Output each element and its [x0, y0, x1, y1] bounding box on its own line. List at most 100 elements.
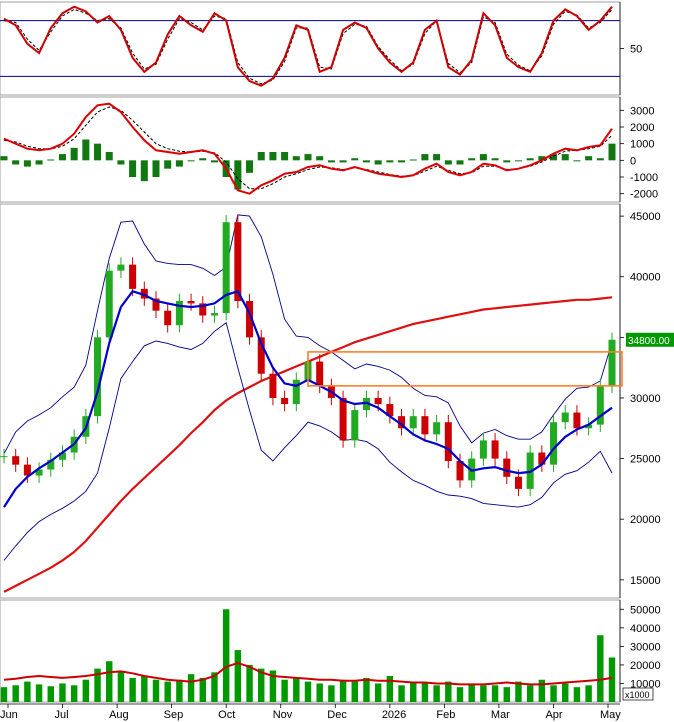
candle-body: [491, 440, 499, 459]
macd-hist-bar: [164, 160, 172, 169]
candle-body: [0, 456, 8, 458]
volume-bar: [129, 677, 136, 702]
candle-body: [316, 361, 324, 386]
macd-hist-bar: [561, 154, 569, 161]
volume-bar: [316, 683, 323, 702]
volume-bar: [363, 677, 370, 702]
candle-body: [339, 397, 347, 441]
volume-bar: [608, 657, 616, 702]
macd-hist-bar: [0, 156, 8, 161]
volume-bar: [222, 609, 230, 702]
candle-body: [210, 313, 218, 316]
macd-hist-bar: [23, 160, 31, 167]
volume-bar: [47, 686, 54, 702]
candle-body: [573, 412, 581, 429]
macd-hist-bar: [58, 154, 66, 161]
macd-hist-bar: [362, 160, 370, 163]
volume-bar: [281, 679, 288, 702]
macd-hist-bar: [409, 159, 417, 161]
macd-y-tick-label: 0: [630, 155, 636, 167]
volume-bar: [24, 681, 31, 702]
candle-body: [561, 412, 569, 423]
volume-bar: [82, 679, 90, 702]
candle-body: [117, 264, 125, 271]
candle-body: [444, 422, 452, 462]
macd-hist-bar: [117, 160, 125, 165]
macd-hist-bar: [526, 158, 534, 161]
candle-body: [234, 222, 242, 301]
candle-body: [433, 422, 441, 435]
candle-body: [479, 440, 487, 459]
candle-body: [129, 264, 137, 289]
macd-y-tick-label: 2000: [630, 122, 654, 134]
x-tick-label: Apr: [545, 709, 562, 721]
volume-bar: [117, 672, 125, 702]
candle-body: [608, 339, 616, 386]
stoch-y-tick-label: 50: [630, 44, 642, 56]
volume-bar: [141, 676, 148, 702]
candle-body: [94, 337, 102, 417]
macd-hist-bar: [316, 156, 324, 161]
candle-body: [409, 416, 417, 429]
macd-hist-bar: [456, 160, 464, 165]
macd-hist-bar: [503, 160, 511, 163]
macd-hist-bar: [491, 158, 499, 161]
x-tick-label: Oct: [218, 709, 235, 721]
volume-bar: [433, 685, 440, 702]
volume-bar: [328, 685, 335, 702]
price-y-tick-label: 45000: [630, 211, 661, 223]
volume-bar: [585, 685, 592, 702]
x-tick-label: May: [600, 709, 621, 721]
macd-y-tick-label: 3000: [630, 105, 654, 117]
macd-hist-bar: [479, 154, 487, 161]
macd-hist-bar: [246, 160, 254, 173]
volume-bar: [176, 679, 183, 702]
macd-hist-bar: [70, 147, 78, 161]
volume-bar: [480, 685, 487, 702]
volume-bar: [0, 687, 8, 702]
volume-unit: x1000: [622, 687, 654, 701]
macd-hist-bar: [374, 160, 382, 165]
macd-hist-bar: [444, 160, 452, 165]
price-y-tick-label: 15000: [630, 575, 661, 587]
candle-body: [222, 222, 230, 314]
price-y-tick-label: 25000: [630, 454, 661, 466]
candle-body: [550, 422, 558, 465]
volume-bar: [351, 681, 358, 702]
volume-bar: [550, 685, 557, 702]
x-tick-label: 2026: [382, 709, 406, 721]
macd-hist-bar: [94, 143, 102, 161]
volume-bar: [374, 683, 382, 702]
volume-bar: [187, 674, 195, 702]
macd-hist-bar: [175, 160, 183, 167]
macd-hist-bar: [47, 159, 55, 161]
technical-chart: 50 3000200010000-1000-2000 4500040000350…: [0, 0, 674, 722]
x-tick-label: Jul: [55, 709, 69, 721]
macd-hist-bar: [35, 160, 43, 165]
macd-hist-bar: [514, 160, 522, 162]
macd-hist-bar: [596, 158, 604, 161]
macd-hist-bar: [82, 139, 90, 161]
macd-hist-bar: [351, 158, 359, 161]
macd-hist-bar: [140, 160, 148, 182]
macd-hist-bar: [339, 160, 347, 163]
volume-bar: [456, 687, 464, 702]
macd-hist-bar: [187, 160, 195, 162]
volume-bar: [421, 683, 429, 702]
volume-bar: [339, 679, 347, 702]
volume-bar: [106, 661, 113, 702]
volume-bar: [12, 685, 19, 702]
macd-hist-bar: [398, 160, 406, 163]
price-y-tick-label: 20000: [630, 514, 661, 526]
volume-y-tick-label: 30000: [630, 641, 661, 653]
candle-body: [374, 397, 382, 405]
macd-y-tick-label: 1000: [630, 139, 654, 151]
macd-hist-bar: [386, 160, 394, 163]
volume-y-tick-label: 40000: [630, 623, 661, 635]
candle-body: [503, 458, 511, 477]
volume-bar: [468, 683, 475, 702]
volume-y-tick-label: 20000: [630, 660, 661, 672]
x-tick-label: Mar: [491, 709, 510, 721]
volume-bar: [234, 650, 242, 702]
macd-hist-bar: [433, 154, 441, 161]
